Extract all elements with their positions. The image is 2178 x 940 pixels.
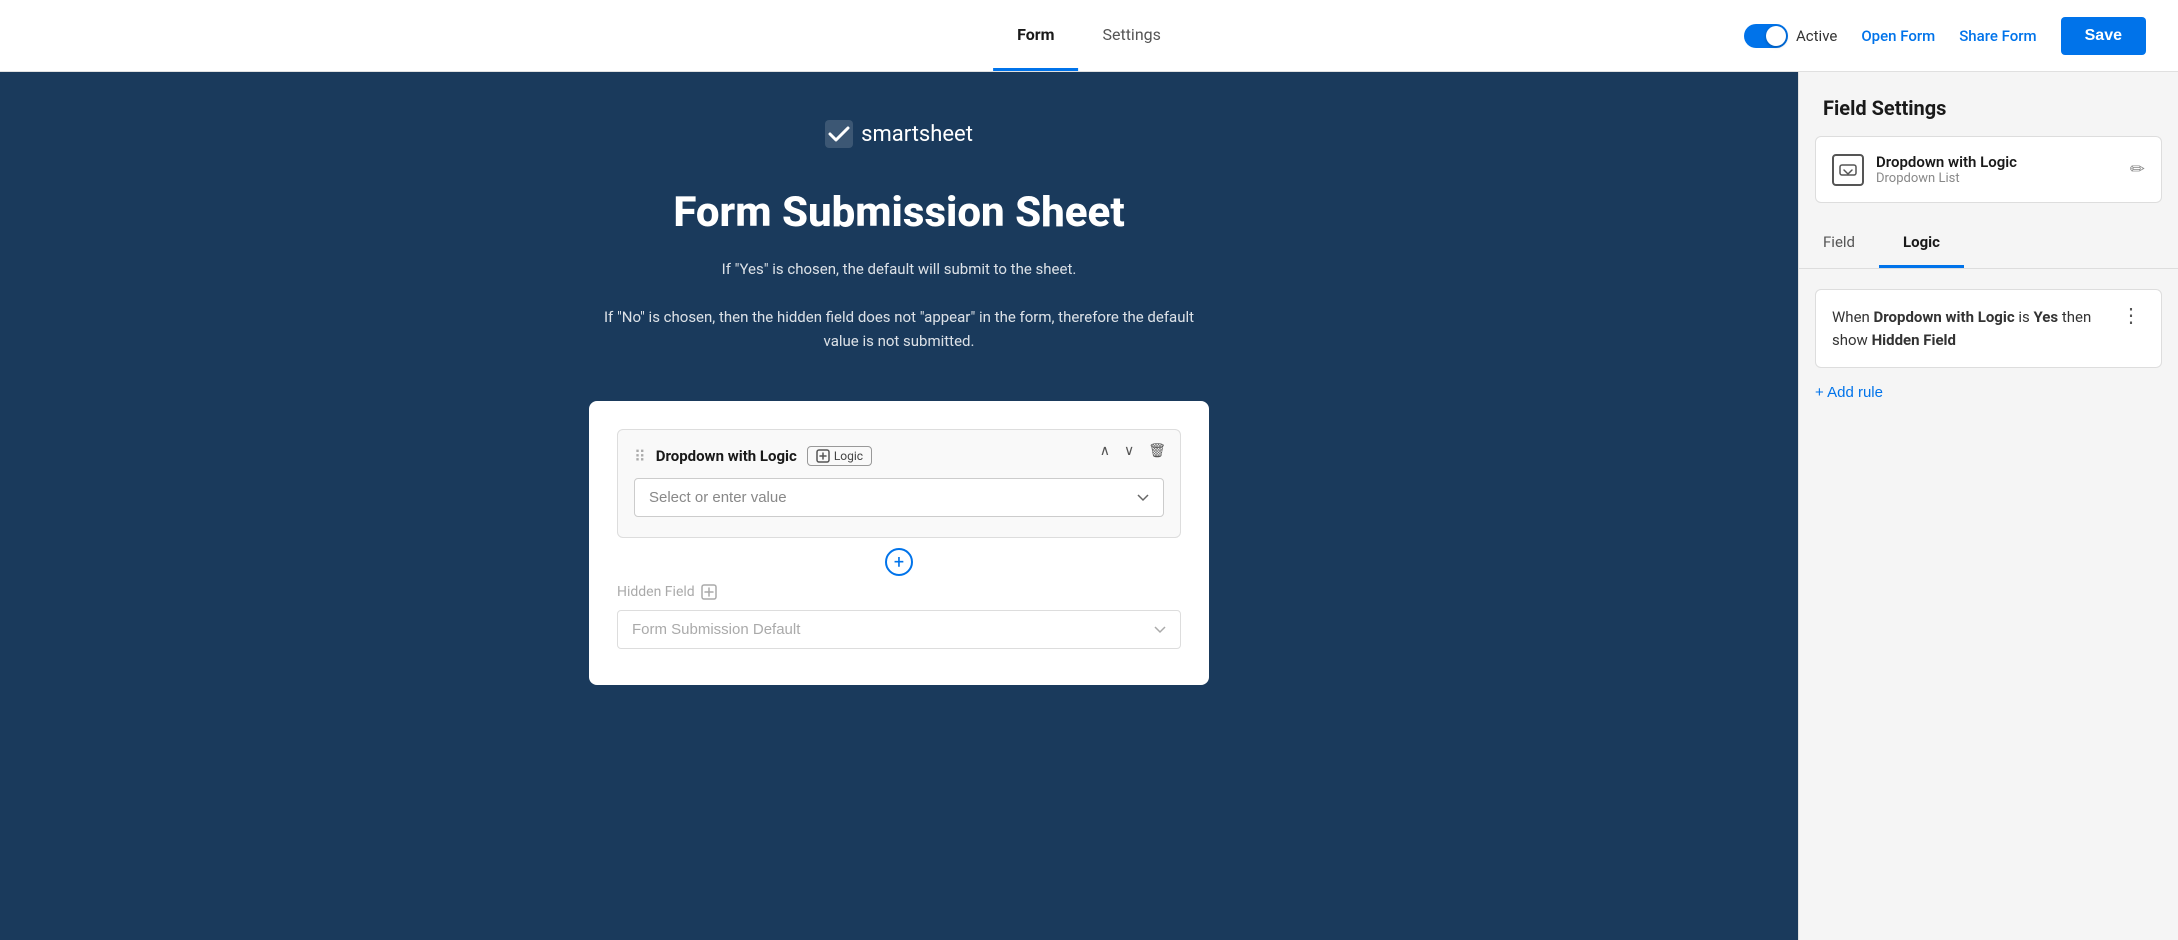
open-form-link[interactable]: Open Form: [1861, 27, 1935, 45]
hidden-field-block: Hidden Field Form Submission Default: [617, 576, 1181, 657]
field-type-text: Dropdown with Logic Dropdown List: [1876, 153, 2017, 186]
nav-right: Active Open Form Share Form Save: [1744, 17, 2146, 55]
more-options-button[interactable]: ⋮: [2117, 306, 2145, 326]
logic-content: When Dropdown with Logic is Yes then sho…: [1799, 269, 2178, 421]
dropdown-icon: [1838, 160, 1858, 180]
logic-rule-card: When Dropdown with Logic is Yes then sho…: [1815, 289, 2162, 368]
field-type-name: Dropdown with Logic: [1876, 153, 2017, 171]
top-nav: Form Settings Active Open Form Share For…: [0, 0, 2178, 72]
add-field-area: +: [617, 548, 1181, 576]
form-title: Form Submission Sheet: [673, 188, 1124, 237]
field-type-icon: [1832, 154, 1864, 186]
tab-field[interactable]: Field: [1799, 219, 1879, 268]
field-header: ⠿ Dropdown with Logic Logic: [634, 446, 1164, 466]
field-controls: ∧ ∨ 🗑: [1096, 440, 1170, 461]
field-type-card: Dropdown with Logic Dropdown List ✏: [1815, 136, 2162, 203]
dropdown-select[interactable]: Select or enter value: [634, 478, 1164, 517]
add-field-button[interactable]: +: [885, 548, 913, 576]
form-card: ∧ ∨ 🗑 ⠿ Dropdown with Logic Logic Select…: [589, 401, 1209, 685]
add-rule-button[interactable]: + Add rule: [1815, 384, 1883, 401]
form-preview: smartsheet Form Submission Sheet If "Yes…: [0, 72, 1798, 940]
logic-badge[interactable]: Logic: [807, 446, 872, 466]
form-desc-line1: If "Yes" is chosen, the default will sub…: [599, 257, 1199, 353]
tab-form[interactable]: Form: [993, 1, 1078, 71]
drag-handle[interactable]: ⠿: [634, 447, 646, 466]
logo-text: smartsheet: [861, 122, 973, 147]
delete-field-button[interactable]: 🗑: [1144, 440, 1170, 461]
hidden-field-select[interactable]: Form Submission Default: [617, 610, 1181, 649]
settings-tabs: Field Logic: [1799, 219, 2178, 269]
toggle-knob: [1766, 26, 1786, 46]
logic-rule-text: When Dropdown with Logic is Yes then sho…: [1832, 306, 2117, 351]
dropdown-field-block: ∧ ∨ 🗑 ⠿ Dropdown with Logic Logic Select…: [617, 429, 1181, 538]
main-layout: smartsheet Form Submission Sheet If "Yes…: [0, 72, 2178, 940]
tab-settings[interactable]: Settings: [1078, 1, 1184, 71]
move-down-button[interactable]: ∨: [1120, 440, 1138, 461]
active-toggle-wrap: Active: [1744, 24, 1837, 48]
save-button[interactable]: Save: [2061, 17, 2146, 55]
dropdown-field-label: Dropdown with Logic: [656, 447, 797, 465]
field-settings-panel: Field Settings Dropdown with Logic Dropd…: [1798, 72, 2178, 940]
hidden-field-icon: [701, 584, 717, 600]
hidden-field-label-wrap: Hidden Field: [617, 584, 1181, 600]
tab-logic[interactable]: Logic: [1879, 219, 1964, 268]
move-up-button[interactable]: ∧: [1096, 440, 1114, 461]
nav-tabs: Form Settings: [993, 1, 1185, 71]
smartsheet-logo-icon: [825, 120, 853, 148]
settings-header: Field Settings: [1799, 72, 2178, 136]
smartsheet-logo: smartsheet: [825, 120, 973, 148]
field-type-info: Dropdown with Logic Dropdown List: [1832, 153, 2017, 186]
logic-icon: [816, 449, 830, 463]
edit-field-button[interactable]: ✏: [2130, 159, 2145, 180]
share-form-link[interactable]: Share Form: [1959, 27, 2036, 45]
active-toggle[interactable]: [1744, 24, 1788, 48]
field-type-sub: Dropdown List: [1876, 171, 2017, 186]
active-label: Active: [1796, 27, 1837, 45]
